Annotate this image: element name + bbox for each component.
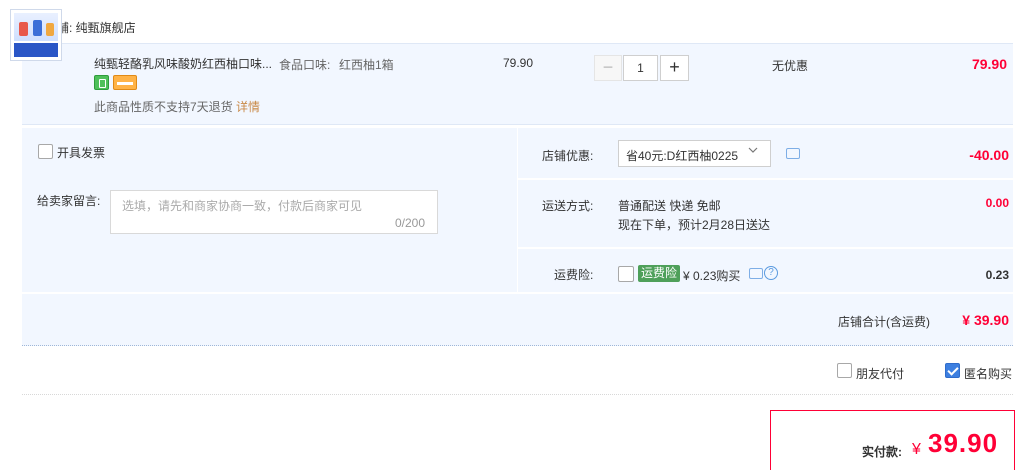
anonymous-label[interactable]: 匿名购买 <box>964 365 1012 382</box>
shipping-eta: 现在下单，预计2月28日送达 <box>618 218 771 232</box>
message-char-count: 0/200 <box>395 216 426 230</box>
payment-currency: ¥ <box>912 441 921 458</box>
panel-divider <box>518 178 1013 180</box>
discount-text: 无优惠 <box>772 59 809 73</box>
anonymous-checkbox[interactable] <box>945 363 960 378</box>
payment-label: 实付款: <box>862 445 902 459</box>
payment-amount: 39.90 <box>928 428 999 458</box>
service-orange-icon[interactable] <box>113 75 137 90</box>
subtotal-amount: ¥ 39.90 <box>962 312 1009 328</box>
minus-icon[interactable]: − <box>594 55 622 81</box>
message-label: 给卖家留言: <box>37 194 101 208</box>
invoice-checkbox[interactable] <box>38 144 53 159</box>
freight-insurance-badge: 运费险 <box>638 265 681 282</box>
quantity-input[interactable]: 1 <box>623 55 658 81</box>
service-green-icon[interactable] <box>94 75 109 90</box>
freight-insurance-label: 运费险: <box>554 268 594 282</box>
shipping-method: 普通配送 快递 免邮 <box>618 199 721 213</box>
freight-insurance-amount: 0.23 <box>985 268 1009 282</box>
flavor-label: 食品口味: <box>279 58 331 72</box>
panel-divider <box>517 128 518 293</box>
friend-pay-checkbox[interactable] <box>837 363 852 378</box>
flavor-value: 红西柚1箱 <box>339 58 394 72</box>
message-placeholder: 选填，请先和商家协商一致，付款后商家可见 <box>122 199 363 213</box>
chat-icon[interactable] <box>749 268 763 279</box>
chat-icon[interactable] <box>786 148 800 159</box>
shop-coupon-label: 店铺优惠: <box>542 149 594 163</box>
friend-pay-label[interactable]: 朋友代付 <box>856 365 904 382</box>
panel-divider <box>22 292 1013 294</box>
row-total: 79.90 <box>971 56 1007 72</box>
product-thumbnail[interactable] <box>10 9 62 61</box>
divider <box>22 394 1013 395</box>
freight-insurance-price: ¥ 0.23购买 <box>683 269 741 283</box>
invoice-label[interactable]: 开具发票 <box>57 144 105 161</box>
no-return-notice: 此商品性质不支持7天退货 <box>94 100 233 114</box>
shipping-amount: 0.00 <box>985 196 1009 210</box>
unit-price: 79.90 <box>503 56 534 70</box>
chevron-down-icon <box>748 147 758 153</box>
panel-divider <box>518 247 1013 249</box>
shop-coupon-amount: -40.00 <box>969 147 1009 163</box>
shop-coupon-value: 省40元:D红西柚0225 <box>626 149 739 163</box>
product-title[interactable]: 纯甄轻酪乳风味酸奶红西柚口味... <box>94 55 274 73</box>
help-icon[interactable]: ? <box>764 266 778 280</box>
freight-insurance-checkbox[interactable] <box>618 266 634 282</box>
subtotal-label: 店铺合计(含运费) <box>838 315 930 329</box>
detail-link[interactable]: 详情 <box>236 98 260 115</box>
shipping-label: 运送方式: <box>542 199 594 213</box>
plus-icon[interactable]: + <box>660 55 689 81</box>
